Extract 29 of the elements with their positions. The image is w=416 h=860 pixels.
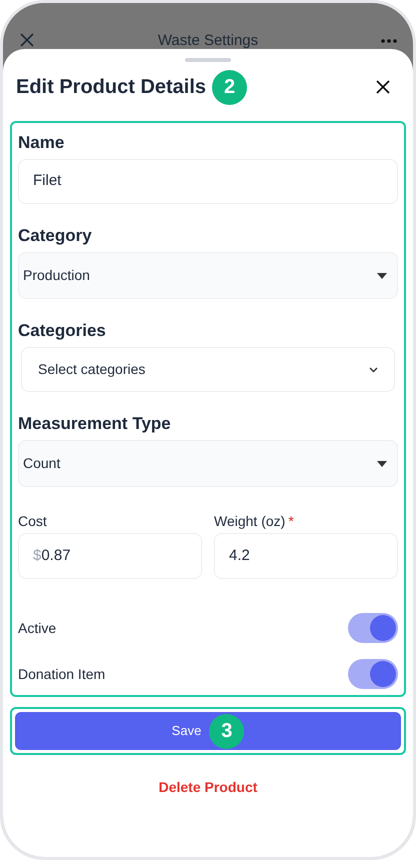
field-label: Cost [18,513,47,529]
input-field[interactable]: Filet [18,159,398,204]
chevron-down-icon [369,366,378,372]
toggle-switch[interactable] [348,659,398,689]
drag-handle[interactable] [185,58,231,62]
step-badge: 3 [209,714,244,748]
toggle-switch[interactable] [348,613,398,643]
delete-link[interactable]: Delete Product [158,777,258,798]
screen-title: Waste Settings [158,32,258,49]
save-button[interactable]: Save 3 [15,712,401,750]
field-label: Weight (oz) [214,513,286,529]
dropdown[interactable]: Select categories [21,347,395,392]
required-mark: * [288,513,294,529]
field-label: Measurement Type [18,414,172,434]
sheet-title: Edit Product Details [16,75,206,100]
field-label: Category [18,226,93,246]
caret-icon [377,272,387,278]
field-label: Categories [18,321,107,341]
step-badge: 2 [212,70,248,104]
more-icon[interactable] [380,39,397,43]
toggle-label: Donation Item [18,664,106,684]
toggle-label: Active [18,618,56,638]
input-field[interactable]: 4.2 [214,533,398,579]
caret-icon [377,460,387,466]
close-icon[interactable] [376,80,390,94]
dropdown[interactable]: Count [18,440,398,487]
input-field[interactable]: $0.87 [18,533,202,579]
dropdown[interactable]: Production [18,252,398,299]
field-label: Name [18,133,66,153]
